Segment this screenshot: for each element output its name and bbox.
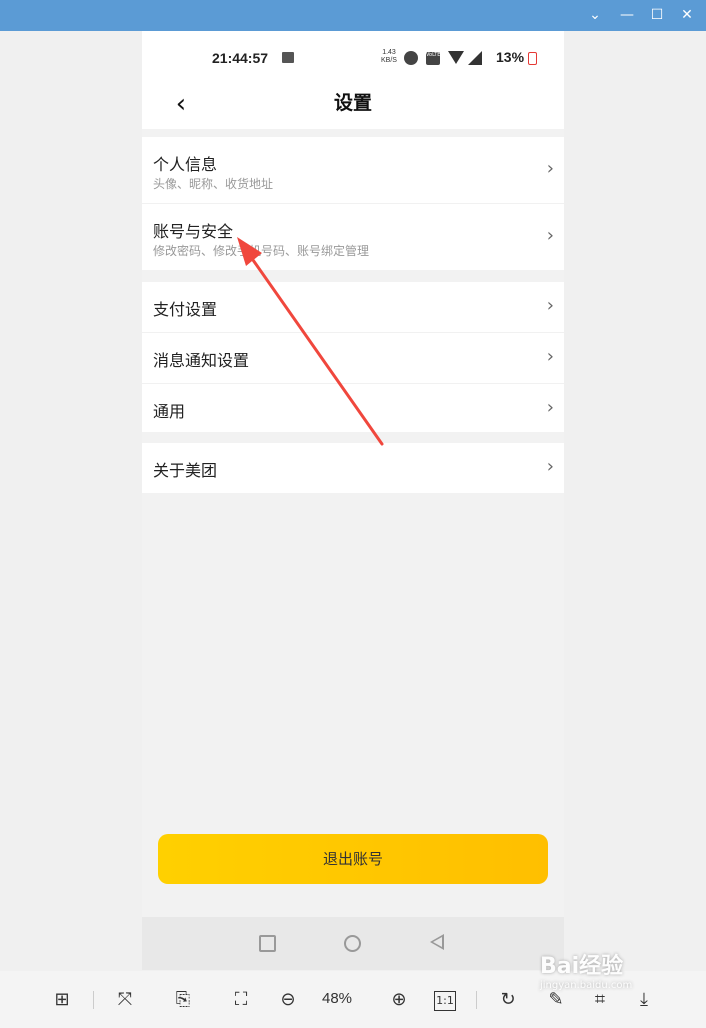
volte-icon: VoLTE	[426, 52, 440, 65]
settings-row-account-security[interactable]: 账号与安全 修改密码、修改手机号码、账号绑定管理 ›	[142, 204, 564, 270]
settings-row-about[interactable]: 关于美团 ›	[142, 443, 564, 493]
app-bar: ‹ 设置	[142, 85, 564, 129]
alarm-icon	[404, 51, 418, 65]
row-title: 消息通知设置	[153, 351, 250, 370]
settings-group-about: 关于美团 ›	[142, 443, 564, 493]
chevron-right-icon: ›	[546, 295, 554, 316]
row-title: 支付设置	[153, 300, 218, 319]
android-nav-bar	[142, 917, 564, 970]
toolbar-divider	[476, 991, 477, 1009]
row-title: 通用	[153, 402, 186, 421]
back-nav-icon[interactable]	[430, 934, 444, 950]
minimize-button[interactable]: —	[612, 0, 642, 31]
battery-icon	[528, 52, 537, 65]
settings-row-notifications[interactable]: 消息通知设置 ›	[142, 333, 564, 384]
maximize-button[interactable]: ☐	[642, 0, 672, 31]
chevron-right-icon: ›	[546, 346, 554, 367]
logout-button[interactable]: 退出账号	[158, 834, 548, 884]
recents-icon[interactable]	[259, 935, 276, 952]
row-subtitle: 修改密码、修改手机号码、账号绑定管理	[153, 244, 370, 258]
settings-group-general: 支付设置 › 消息通知设置 › 通用 ›	[142, 282, 564, 432]
chevron-right-icon: ›	[546, 456, 554, 477]
zoom-in-icon[interactable]: ⊕	[384, 986, 414, 1014]
network-speed: 1.43 KB/S	[381, 49, 397, 64]
status-time: 21:44:57	[212, 50, 269, 66]
image-notification-icon	[282, 52, 294, 63]
chevron-right-icon: ›	[546, 158, 554, 179]
zoom-out-icon[interactable]: ⊖	[273, 986, 303, 1014]
fullscreen-icon[interactable]: ⛶	[226, 986, 256, 1014]
settings-row-profile[interactable]: 个人信息 头像、昵称、收货地址 ›	[142, 137, 564, 204]
collapse-icon[interactable]: ⌄	[580, 0, 610, 31]
row-title: 关于美团	[153, 461, 218, 480]
watermark: Bai经验 jingyan.baidu.com	[540, 948, 700, 1008]
fit-icon[interactable]: ⤧	[110, 986, 140, 1014]
toolbar-divider	[93, 991, 94, 1009]
close-button[interactable]: ✕	[672, 0, 702, 31]
phone-screenshot: 21:44:57 1.43 KB/S VoLTE 13% ‹ 设置 个人信息 头…	[142, 31, 564, 970]
status-bar: 21:44:57 1.43 KB/S VoLTE 13%	[142, 31, 564, 85]
row-title: 账号与安全	[153, 222, 234, 241]
settings-row-general[interactable]: 通用 ›	[142, 384, 564, 434]
viewer-title-bar: ⌄ — ☐ ✕	[0, 0, 706, 31]
wifi-icon	[448, 51, 464, 64]
page-title: 设置	[333, 92, 372, 114]
zoom-level: 48%	[322, 990, 353, 1007]
row-subtitle: 头像、昵称、收货地址	[153, 177, 274, 191]
watermark-sub: jingyan.baidu.com	[540, 980, 633, 991]
rotate-icon[interactable]: ↻	[493, 986, 523, 1014]
chevron-right-icon: ›	[546, 397, 554, 418]
home-icon[interactable]	[344, 935, 361, 952]
battery-percent: 13%	[496, 49, 525, 65]
layout-icon[interactable]: ⊞	[47, 986, 77, 1014]
settings-row-payment[interactable]: 支付设置 ›	[142, 282, 564, 333]
settings-group-account: 个人信息 头像、昵称、收货地址 › 账号与安全 修改密码、修改手机号码、账号绑定…	[142, 137, 564, 270]
signal-icon	[468, 51, 482, 65]
watermark-text: Bai经验	[540, 954, 624, 979]
actual-size-icon[interactable]: 1:1	[434, 991, 456, 1011]
row-title: 个人信息	[153, 155, 218, 174]
translate-icon[interactable]: ⎘	[168, 986, 198, 1014]
chevron-right-icon: ›	[546, 225, 554, 246]
